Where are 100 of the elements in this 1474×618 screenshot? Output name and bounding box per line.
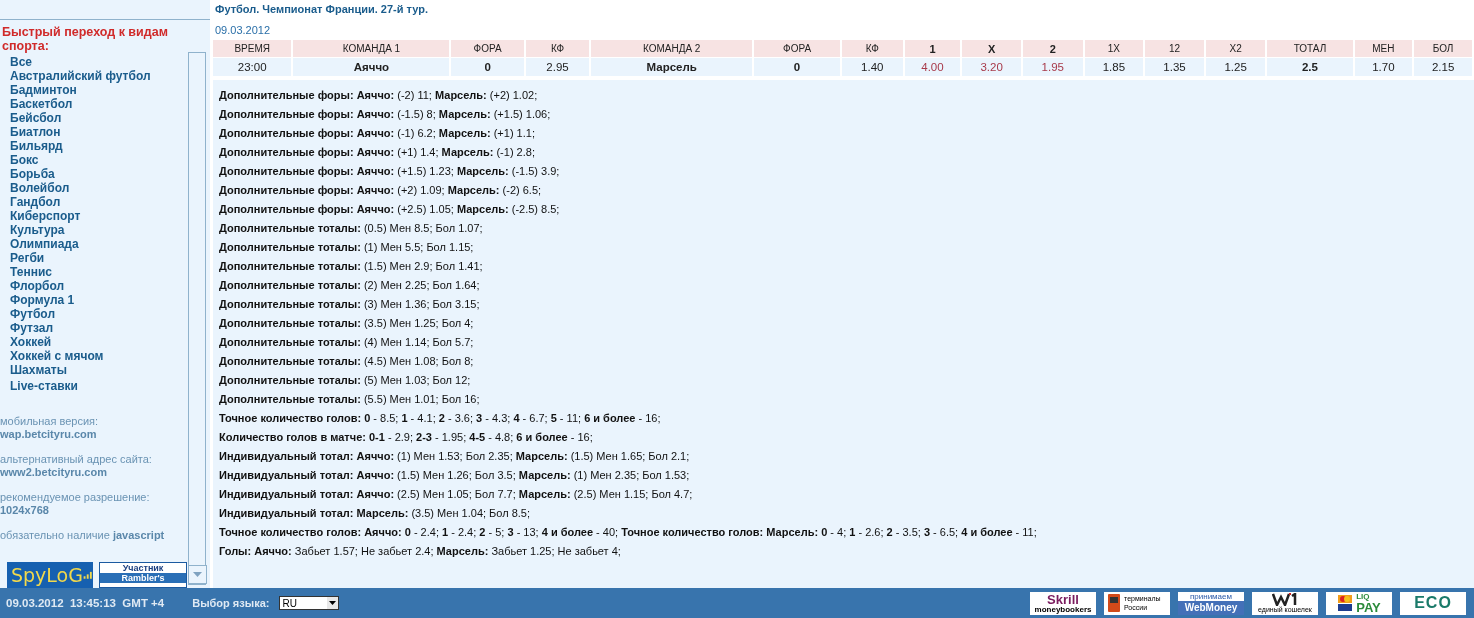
sport-link[interactable]: Киберспорт xyxy=(10,209,81,223)
bet-line: Дополнительные тоталы: (0.5) Мен 8.5; Бол 1.07; xyxy=(219,221,483,236)
bet-line: Индивидуальный тотал: Аяччо: (1.5) Мен 1.26; Бол 3.5; Марсель: (1) Мен 2.35; Бол 1.53; xyxy=(219,468,690,483)
bet-line: Количество голов в матче: 0-1 - 2.9; 2-3 - 1.95; 4-5 - 4.8; 6 и более - 16; xyxy=(219,430,593,445)
table-cell: 2.15 xyxy=(1414,58,1472,76)
table-cell: 1.35 xyxy=(1145,58,1204,76)
event-title: Футбол. Чемпионат Франции. 27-й тур. xyxy=(215,3,428,15)
scroll-down-icon[interactable] xyxy=(188,565,207,584)
sport-link[interactable]: Борьба xyxy=(10,167,55,181)
bet-line: Голы: Аяччо: Забьет 1.57; Не забьет 2.4; Марсель: Забьет 1.25; Не забьет 4; xyxy=(219,544,621,559)
bet-line: Дополнительные тоталы: (3.5) Мен 1.25; Бол 4; xyxy=(219,316,474,331)
dropdown-caret-icon[interactable] xyxy=(327,597,339,609)
table-cell: 1.25 xyxy=(1205,58,1266,76)
eco-logo: ECO xyxy=(1400,591,1466,615)
sidebar-heading: Быстрый переход к видам спорта: xyxy=(2,25,169,53)
column-header: ФОРА xyxy=(754,40,840,57)
bet-line: Дополнительные форы: Аяччо: (+2.5) 1.05; Марсель: (-2.5) 8.5; xyxy=(219,202,560,217)
bet-line: Дополнительные форы: Аяччо: (-2) 11; Марсель: (+2) 1.02; xyxy=(219,88,538,103)
bet-line: Индивидуальный тотал: Аяччо: (1) Мен 1.53; Бол 2.35; Марсель: (1.5) Мен 1.65; Бол 2.1; xyxy=(219,449,690,464)
sport-link[interactable]: Хоккей xyxy=(10,335,52,349)
bet-line: Дополнительные форы: Аяччо: (+1.5) 1.23; Марсель: (-1.5) 3.9; xyxy=(219,164,560,179)
info-label: мобильная версия: xyxy=(0,415,99,428)
bet-line: Дополнительные тоталы: (1.5) Мен 2.9; Бол 1.41; xyxy=(219,259,483,274)
sport-link[interactable]: Баскетбол xyxy=(10,97,73,111)
info-label: альтернативный адрес сайта: xyxy=(0,453,152,466)
bet-line: Точное количество голов: 0 - 8.5; 1 - 4.1; 2 - 3.6; 3 - 4.3; 4 - 6.7; 5 - 11; 6 и более - 16; xyxy=(219,411,661,426)
event-date: 09.03.2012 xyxy=(215,24,271,36)
bet-line: Дополнительные тоталы: (1) Мен 5.5; Бол 1.15; xyxy=(219,240,474,255)
language-label: Выбор языка: xyxy=(192,597,270,609)
column-header: ТОТАЛ xyxy=(1267,40,1353,57)
spylog-badge[interactable]: SpyLoG xyxy=(7,562,93,588)
sport-link[interactable]: Гандбол xyxy=(10,195,61,209)
sport-link[interactable]: Биатлон xyxy=(10,125,61,139)
sport-link[interactable]: Регби xyxy=(10,251,45,265)
table-cell: Марсель xyxy=(591,58,753,76)
sport-link[interactable]: Футбол xyxy=(10,307,55,321)
info-label: рекомендуемое разрешение: xyxy=(0,491,150,504)
sport-link[interactable]: Волейбол xyxy=(10,181,70,195)
sport-link[interactable]: Олимпиада xyxy=(10,237,79,251)
info-value: 1024x768 xyxy=(0,504,49,517)
bet-line: Дополнительные форы: Аяччо: (-1) 6.2; Марсель: (+1) 1.1; xyxy=(219,126,535,141)
bet-line: Дополнительные тоталы: (5.5) Мен 1.01; Бол 16; xyxy=(219,392,480,407)
sport-link[interactable]: Бадминтон xyxy=(10,83,77,97)
sport-link[interactable]: Шахматы xyxy=(10,363,67,377)
bet-line: Дополнительные тоталы: (2) Мен 2.25; Бол 1.64; xyxy=(219,278,480,293)
sport-link[interactable]: Культура xyxy=(10,223,65,237)
column-header: 1X xyxy=(1084,40,1144,57)
sport-link[interactable]: Бильярд xyxy=(10,139,63,153)
bet-line: Дополнительные тоталы: (5) Мен 1.03; Бол 12; xyxy=(219,373,471,388)
webmoney-logo: принимаем WebMoney xyxy=(1178,591,1244,615)
column-header: ФОРА xyxy=(451,40,524,57)
odds-cell[interactable]: 4.00 xyxy=(904,58,961,76)
odds-cell[interactable]: 1.95 xyxy=(1022,58,1083,76)
sport-link[interactable]: Футзал xyxy=(10,321,54,335)
rambler-badge[interactable]: Участник Rambler's xyxy=(99,562,187,588)
table-cell: 1.70 xyxy=(1354,58,1413,76)
sport-link[interactable]: Флорбол xyxy=(10,279,65,293)
sport-link[interactable]: Live-ставки xyxy=(10,379,78,393)
odds-cell[interactable]: 3.20 xyxy=(962,58,1021,76)
liqpay-logo: LIQ PAY xyxy=(1326,591,1392,615)
bet-line: Индивидуальный тотал: Марсель: (3.5) Мен 1.04; Бол 8.5; xyxy=(219,506,531,521)
table-cell: 1.40 xyxy=(842,58,903,76)
bet-line: Индивидуальный тотал: Аяччо: (2.5) Мен 1.05; Бол 7.7; Марсель: (2.5) Мен 1.15; Бол 4.7; xyxy=(219,487,693,502)
column-header: 1 xyxy=(904,40,961,57)
table-cell: Аяччо xyxy=(293,58,450,76)
bet-line: Дополнительные тоталы: (3) Мен 1.36; Бол 3.15; xyxy=(219,297,480,312)
column-header: КОМАНДА 1 xyxy=(293,40,450,57)
table-cell: 2.95 xyxy=(525,58,590,76)
column-header: КОМАНДА 2 xyxy=(591,40,753,57)
table-cell: 2.5 xyxy=(1267,58,1353,76)
language-select[interactable]: RU xyxy=(279,596,340,610)
sport-link[interactable]: Бокс xyxy=(10,153,39,167)
scrollbar[interactable] xyxy=(188,52,206,585)
bet-line: Дополнительные тоталы: (4) Мен 1.14; Бол 5.7; xyxy=(219,335,474,350)
sport-link[interactable]: Бейсбол xyxy=(10,111,62,125)
column-header: 12 xyxy=(1145,40,1204,57)
bet-line: Дополнительные форы: Аяччо: (-1.5) 8; Марсель: (+1.5) 1.06; xyxy=(219,107,551,122)
bet-line: Дополнительные тоталы: (4.5) Мен 1.08; Бол 8; xyxy=(219,354,474,369)
table-cell: 0 xyxy=(451,58,524,76)
column-header: ВРЕМЯ xyxy=(213,40,292,57)
table-cell: 23:00 xyxy=(213,58,292,76)
table-cell: 1.85 xyxy=(1084,58,1144,76)
column-header: КФ xyxy=(525,40,590,57)
skrill-logo: Skrill moneybookers xyxy=(1030,591,1096,615)
column-header: КФ xyxy=(842,40,903,57)
bet-line: Точное количество голов: Аяччо: 0 - 2.4; 1 - 2.4; 2 - 5; 3 - 13; 4 и более - 40; Точное количество голов: Марсель: 0 - 4; 1 - 2.6; 2 - 3.5; 3 - 6.5; 4 и более - 11; xyxy=(219,525,1037,540)
column-header: БОЛ xyxy=(1414,40,1472,57)
column-header: МЕН xyxy=(1354,40,1413,57)
datetime: 09.03.2012 13:45:13 GMT +4 xyxy=(6,597,165,609)
bet-line: Дополнительные форы: Аяччо: (+2) 1.09; Марсель: (-2) 6.5; xyxy=(219,183,542,198)
table-cell: 0 xyxy=(754,58,840,76)
sport-link[interactable]: Формула 1 xyxy=(10,293,75,307)
sport-link[interactable]: Австралийский футбол xyxy=(10,69,151,83)
sport-link[interactable]: Все xyxy=(10,55,32,69)
sport-link[interactable]: Теннис xyxy=(10,265,52,279)
column-header: 2 xyxy=(1022,40,1083,57)
bet-line: Дополнительные форы: Аяччо: (+1) 1.4; Марсель: (-1) 2.8; xyxy=(219,145,535,160)
column-header: X2 xyxy=(1205,40,1266,57)
sport-link[interactable]: Хоккей с мячом xyxy=(10,349,104,363)
info-value: wap.betcityru.com xyxy=(0,428,97,441)
